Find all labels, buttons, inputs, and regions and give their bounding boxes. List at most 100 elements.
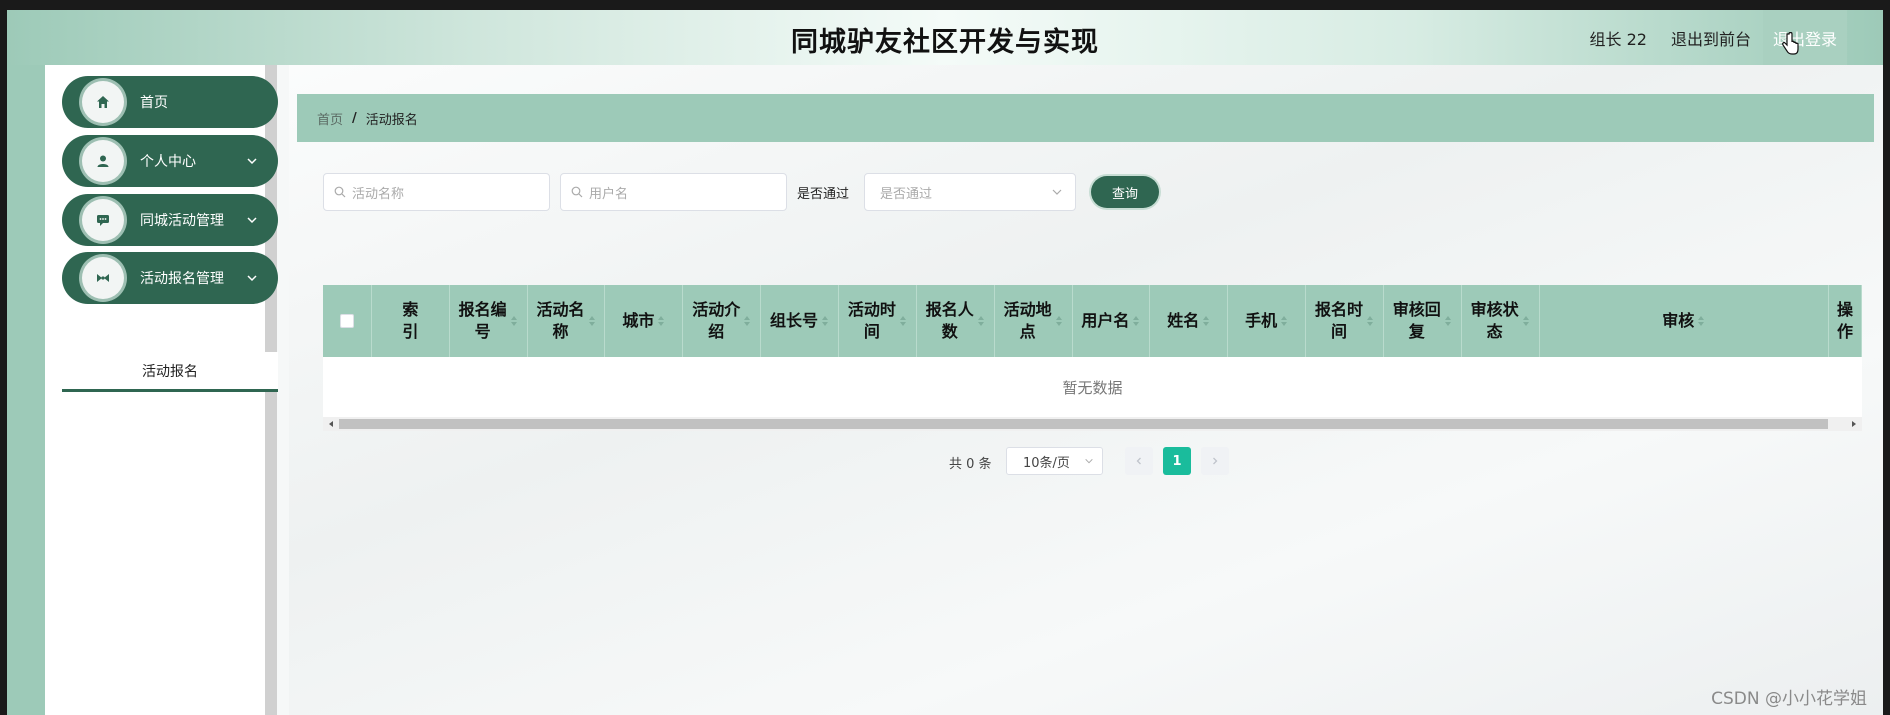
breadcrumb: 首页 / 活动报名 — [297, 94, 1874, 142]
column-header[interactable]: 用户名 — [1073, 285, 1151, 357]
column-header-label: 报名时 间 — [1314, 300, 1363, 341]
column-header[interactable]: 活动名 称 — [528, 285, 606, 357]
column-header[interactable]: 审核状 态 — [1462, 285, 1540, 357]
signup-table: 索 引 报名编 号活动名 称 城市 活动介 绍 组长号 活动时 间报名人 数活动地 点 用户… — [323, 285, 1862, 431]
column-header[interactable]: 城市 — [605, 285, 684, 357]
column-header-label: 姓名 — [1167, 311, 1200, 330]
scroll-left-icon[interactable] — [327, 420, 335, 428]
column-header-label: 操作 — [1836, 300, 1853, 341]
hand-cursor-icon — [1782, 32, 1799, 55]
breadcrumb-home[interactable]: 首页 — [317, 109, 343, 128]
sort-icon[interactable] — [588, 315, 596, 327]
next-page-button[interactable] — [1201, 447, 1229, 475]
sidebar: 首页 个人中心 同城活动管理 活动报名管理 活动报名 — [45, 65, 278, 715]
chevron-down-icon — [1085, 458, 1093, 464]
chevron-right-icon — [1213, 457, 1218, 465]
sidebar-item-activity-management[interactable]: 同城活动管理 — [62, 194, 278, 246]
chevron-left-icon — [1136, 457, 1141, 465]
username-placeholder: 用户名 — [589, 186, 629, 202]
column-header[interactable]: 组长号 — [761, 285, 839, 357]
search-bar: 活动名称 用户名 是否通过 是否通过 查询 — [289, 173, 1883, 213]
sort-icon[interactable] — [1444, 315, 1452, 327]
sidebar-item-signup-management[interactable]: 活动报名管理 — [62, 252, 278, 304]
column-header-label: 报名编 号 — [458, 300, 507, 341]
app-window: 同城驴友社区开发与实现 组长 22 退出到前台 退出登录 首页 个人中心 同城活… — [7, 10, 1883, 715]
select-all-checkbox-cell — [323, 285, 372, 357]
sort-icon[interactable] — [977, 315, 985, 327]
scroll-right-icon[interactable] — [1850, 420, 1858, 428]
chat-icon — [82, 199, 124, 241]
column-header[interactable]: 审核回 复 — [1384, 285, 1462, 357]
column-header[interactable]: 活动时 间 — [839, 285, 917, 357]
column-header[interactable]: 报名人 数 — [917, 285, 995, 357]
column-header[interactable]: 活动地 点 — [995, 285, 1073, 357]
sort-icon[interactable] — [1280, 315, 1288, 327]
sidebar-subitem-signup[interactable]: 活动报名 — [62, 352, 278, 392]
sort-icon[interactable] — [657, 315, 665, 327]
watermark: CSDN @小小花学姐 — [1711, 689, 1867, 709]
column-header-label: 活动名 称 — [536, 300, 585, 341]
sidebar-item-profile[interactable]: 个人中心 — [62, 135, 278, 187]
breadcrumb-separator: / — [352, 110, 357, 126]
table-header: 索 引 报名编 号活动名 称 城市 活动介 绍 组长号 活动时 间报名人 数活动地 点 用户… — [323, 285, 1862, 357]
column-header: 操作 — [1829, 285, 1862, 357]
chevron-down-icon — [247, 217, 257, 224]
sort-icon[interactable] — [1132, 315, 1140, 327]
column-header: 索 引 — [372, 285, 450, 357]
scroll-thumb[interactable] — [339, 419, 1828, 429]
column-header-label: 用户名 — [1081, 311, 1130, 330]
column-header[interactable]: 报名时 间 — [1306, 285, 1384, 357]
sort-icon[interactable] — [743, 315, 751, 327]
query-button[interactable]: 查询 — [1091, 176, 1159, 208]
exit-to-front-link[interactable]: 退出到前台 — [1671, 26, 1751, 50]
search-icon — [571, 186, 583, 198]
column-header[interactable]: 姓名 — [1150, 285, 1229, 357]
sort-icon[interactable] — [510, 315, 518, 327]
column-header-label: 活动介 绍 — [692, 300, 741, 341]
main-content: 首页 / 活动报名 活动名称 用户名 是否通过 是否通过 查询 索 引 报名编 … — [289, 65, 1883, 715]
sidebar-item-label: 同城活动管理 — [140, 213, 224, 229]
sidebar-item-label: 活动报名管理 — [140, 271, 224, 287]
bowtie-icon — [82, 257, 124, 299]
sort-icon[interactable] — [1366, 315, 1374, 327]
prev-page-button[interactable] — [1125, 447, 1153, 475]
pass-filter-label: 是否通过 — [797, 187, 850, 202]
user-icon — [82, 140, 124, 182]
sort-icon[interactable] — [1055, 315, 1063, 327]
activity-name-input[interactable]: 活动名称 — [323, 173, 550, 211]
select-all-checkbox[interactable] — [339, 314, 354, 328]
header-actions: 组长 22 退出到前台 退出登录 — [1566, 10, 1847, 65]
page-button-current[interactable]: 1 — [1163, 447, 1191, 475]
sort-icon[interactable] — [1202, 315, 1210, 327]
current-user-label: 组长 22 — [1589, 29, 1647, 49]
column-header-label: 报名人 数 — [925, 300, 974, 341]
sidebar-strip — [7, 65, 45, 715]
sidebar-item-home[interactable]: 首页 — [62, 76, 278, 128]
column-header-label: 审核回 复 — [1392, 300, 1441, 341]
sort-icon[interactable] — [1697, 315, 1705, 327]
sort-icon[interactable] — [821, 315, 829, 327]
chevron-down-icon — [1052, 189, 1062, 195]
column-header-label: 城市 — [622, 311, 655, 330]
chevron-down-icon — [247, 158, 257, 165]
column-header-label: 审核 — [1662, 311, 1695, 330]
column-header-label: 组长号 — [770, 311, 819, 330]
page-size-select[interactable]: 10条/页 — [1006, 447, 1103, 475]
column-header[interactable]: 活动介 绍 — [683, 285, 762, 357]
sort-icon[interactable] — [899, 315, 907, 327]
column-header[interactable]: 手机 — [1228, 285, 1307, 357]
page-size-value: 10条/页 — [1023, 455, 1070, 471]
table-empty-text: 暂无数据 — [1062, 378, 1123, 397]
column-header[interactable]: 审核 — [1540, 285, 1829, 357]
pagination-total: 共 0 条 — [949, 457, 992, 472]
sort-icon[interactable] — [1522, 315, 1530, 327]
column-header[interactable]: 报名编 号 — [450, 285, 528, 357]
top-header: 同城驴友社区开发与实现 组长 22 退出到前台 退出登录 — [7, 10, 1883, 65]
pass-filter-select[interactable]: 是否通过 — [864, 173, 1076, 211]
username-input[interactable]: 用户名 — [560, 173, 787, 211]
logout-button[interactable]: 退出登录 — [1762, 10, 1847, 65]
horizontal-scrollbar[interactable] — [323, 417, 1862, 431]
column-header-label: 活动时 间 — [847, 300, 896, 341]
pass-filter-placeholder: 是否通过 — [880, 186, 933, 202]
breadcrumb-current: 活动报名 — [365, 112, 418, 128]
